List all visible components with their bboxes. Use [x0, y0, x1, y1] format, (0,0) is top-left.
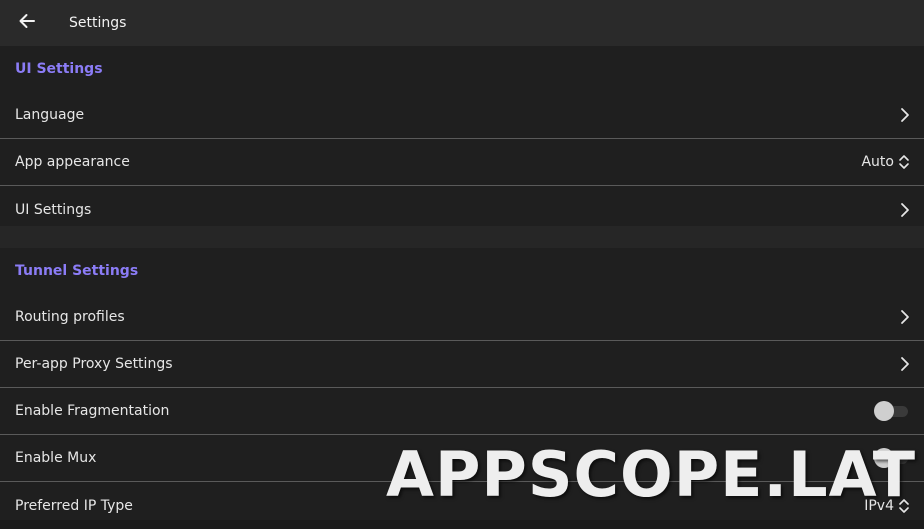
tunnel-settings-section: Tunnel Settings Routing profiles Per-app… — [0, 248, 924, 520]
section-header-tunnel: Tunnel Settings — [15, 263, 139, 279]
mux-label: Enable Mux — [15, 450, 97, 466]
language-label: Language — [15, 107, 85, 123]
app-appearance-label: App appearance — [15, 154, 130, 170]
arrow-left-icon — [18, 12, 36, 34]
toggle-thumb — [874, 401, 894, 421]
ui-settings-section: UI Settings Language App appearance Auto… — [0, 46, 924, 226]
back-button[interactable] — [0, 0, 54, 46]
mux-row: Enable Mux — [0, 435, 924, 482]
up-down-chevron-icon — [898, 153, 910, 171]
preferred-ip-type-row[interactable]: Preferred IP Type IPv4 — [0, 482, 924, 529]
chevron-right-icon — [900, 107, 910, 123]
preferred-ip-type-label: Preferred IP Type — [15, 497, 133, 514]
ui-settings-label: UI Settings — [15, 201, 92, 218]
routing-profiles-label: Routing profiles — [15, 309, 125, 325]
section-divider — [0, 226, 924, 248]
per-app-proxy-label: Per-app Proxy Settings — [15, 356, 173, 372]
section-header-ui: UI Settings — [15, 61, 103, 77]
chevron-right-icon — [900, 202, 910, 218]
per-app-proxy-row[interactable]: Per-app Proxy Settings — [0, 341, 924, 388]
fragmentation-toggle[interactable] — [874, 401, 910, 421]
toggle-thumb — [874, 448, 894, 468]
app-appearance-row[interactable]: App appearance Auto — [0, 139, 924, 186]
page-title: Settings — [69, 15, 127, 31]
fragmentation-label: Enable Fragmentation — [15, 403, 170, 419]
preferred-ip-type-value: IPv4 — [864, 497, 894, 514]
up-down-chevron-icon — [898, 497, 910, 515]
app-appearance-value: Auto — [861, 154, 894, 170]
routing-profiles-row[interactable]: Routing profiles — [0, 294, 924, 341]
app-bar: Settings — [0, 0, 924, 46]
chevron-right-icon — [900, 356, 910, 372]
language-row[interactable]: Language — [0, 92, 924, 139]
chevron-right-icon — [900, 309, 910, 325]
fragmentation-row: Enable Fragmentation — [0, 388, 924, 435]
mux-toggle[interactable] — [874, 448, 910, 468]
